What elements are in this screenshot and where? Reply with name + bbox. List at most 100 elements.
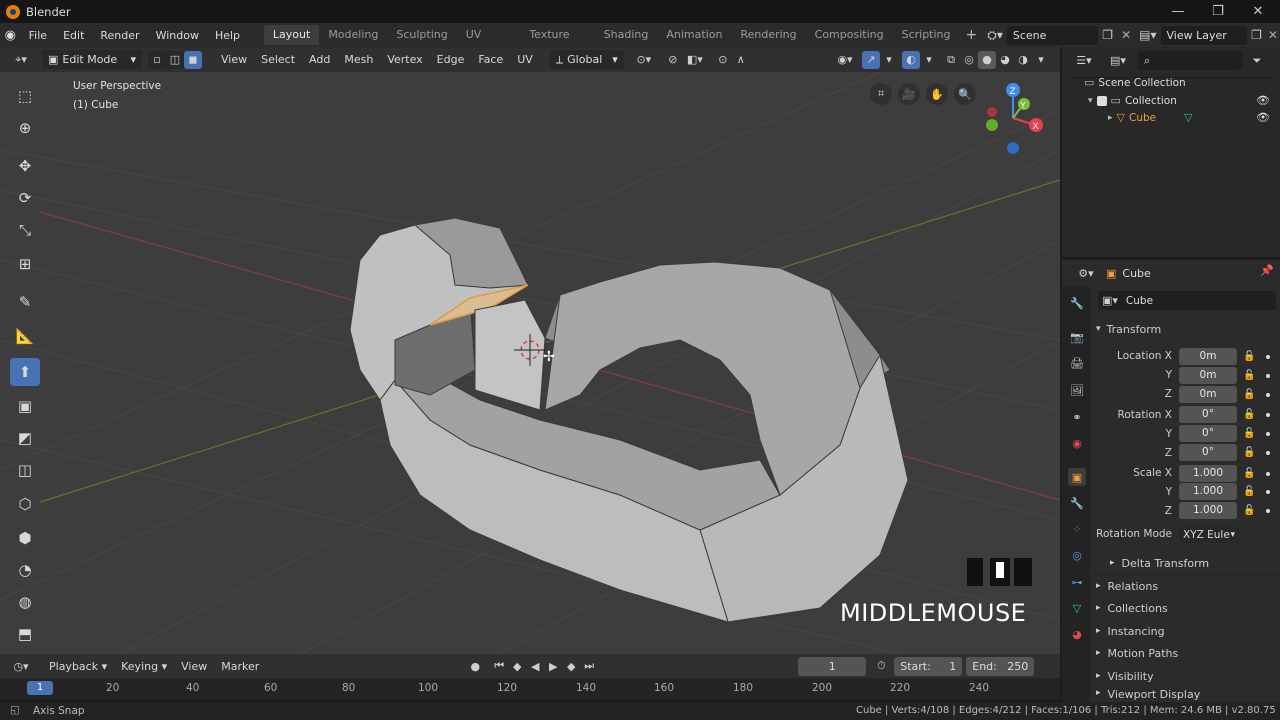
transform-tool-icon[interactable]: ⊞: [10, 250, 40, 278]
menu-keying[interactable]: Keying ▾: [114, 660, 174, 673]
delta-transform-panel[interactable]: ▸ Delta Transform: [1110, 553, 1280, 573]
rotation-z-field[interactable]: 0°: [1179, 444, 1237, 461]
gizmo-icon[interactable]: ↗: [862, 50, 880, 69]
end-frame-field[interactable]: End: 250: [966, 656, 1035, 676]
output-tab-icon[interactable]: 🖨: [1068, 354, 1086, 372]
constraints-tab-icon[interactable]: ⊶: [1068, 573, 1086, 591]
knife-tool-icon[interactable]: ⬡: [10, 490, 40, 518]
lock-icon[interactable]: 🔓: [1243, 447, 1255, 458]
start-frame-field[interactable]: Start: 1: [894, 656, 963, 676]
collections-panel[interactable]: ▸ Collections: [1096, 598, 1274, 618]
outliner-scene-collection[interactable]: ▭ Scene Collection: [1084, 76, 1186, 89]
keyframe-dot-icon[interactable]: [1266, 413, 1270, 417]
expand-arrow-icon[interactable]: ▾: [1088, 96, 1093, 106]
scale-z-field[interactable]: 1.000: [1179, 502, 1237, 519]
lock-icon[interactable]: 🔓: [1243, 370, 1255, 381]
data-tab-icon[interactable]: ▽: [1068, 599, 1086, 617]
location-y-field[interactable]: 0m: [1179, 367, 1237, 384]
menu-render[interactable]: Render: [92, 29, 147, 42]
toggle-camera-ortho-icon[interactable]: ⌗: [870, 83, 892, 105]
jump-end-icon[interactable]: ⏭: [580, 657, 598, 675]
pin-icon[interactable]: 📌: [1260, 264, 1274, 277]
material-shading-icon[interactable]: ◕: [996, 51, 1014, 69]
tool-settings-tab-icon[interactable]: 🔧: [1068, 294, 1086, 312]
smooth-tool-icon[interactable]: ◍: [10, 588, 40, 616]
inset-faces-tool-icon[interactable]: ▣: [10, 392, 40, 420]
menu-edge[interactable]: Edge: [430, 53, 472, 66]
annotate-tool-icon[interactable]: ✎: [10, 288, 40, 316]
menu-marker[interactable]: Marker: [214, 660, 266, 673]
tab-texture-paint[interactable]: Texture Paint: [520, 25, 594, 61]
keyframe-dot-icon[interactable]: [1266, 374, 1270, 378]
transform-panel-header[interactable]: ▾ Transform: [1096, 319, 1274, 339]
bevel-tool-icon[interactable]: ◩: [10, 424, 40, 452]
motion-paths-panel[interactable]: ▸ Motion Paths: [1096, 643, 1274, 663]
maximize-icon[interactable]: ❐: [1198, 0, 1238, 23]
edge-select-icon[interactable]: ◫: [166, 50, 184, 69]
lock-icon[interactable]: 🔓: [1243, 505, 1255, 516]
scene-icon[interactable]: ⛭▾: [983, 28, 1007, 43]
current-frame-field[interactable]: 1: [798, 656, 867, 676]
cursor-tool-icon[interactable]: ⊕: [10, 114, 40, 142]
menu-timeline-view[interactable]: View: [174, 660, 214, 673]
record-icon[interactable]: ●: [466, 657, 484, 675]
keyframe-dot-icon[interactable]: [1266, 509, 1270, 513]
extrude-region-tool-icon[interactable]: ⬆: [10, 358, 40, 386]
scale-tool-icon[interactable]: ⤡: [10, 216, 40, 244]
next-keyframe-icon[interactable]: ◆: [562, 657, 580, 675]
checkbox-icon[interactable]: [1096, 95, 1107, 106]
display-mode-icon[interactable]: ▤▾: [1104, 52, 1132, 70]
solid-shading-icon[interactable]: ●: [978, 50, 996, 69]
outliner-search-input[interactable]: ⌕: [1138, 51, 1242, 70]
menu-file[interactable]: File: [21, 29, 55, 42]
orientation-select[interactable]: ⟂ Global ▾: [549, 50, 624, 69]
lock-icon[interactable]: 🔓: [1243, 409, 1255, 420]
new-view-layer-icon[interactable]: ❐: [1247, 28, 1266, 42]
select-box-tool-icon[interactable]: ⬚: [10, 82, 40, 110]
vertex-select-icon[interactable]: ▫: [148, 50, 166, 69]
menu-add[interactable]: Add: [302, 53, 337, 66]
new-scene-icon[interactable]: ❐: [1098, 28, 1117, 42]
lock-icon[interactable]: 🔓: [1243, 486, 1255, 497]
mesh-object[interactable]: [349, 217, 909, 623]
remove-scene-icon[interactable]: ✕: [1117, 28, 1135, 42]
edge-slide-tool-icon[interactable]: ⬒: [10, 620, 40, 648]
location-z-field[interactable]: 0m: [1179, 386, 1237, 403]
view-layer-field[interactable]: View Layer: [1160, 25, 1248, 45]
view-layer-icon[interactable]: ▤▾: [1135, 28, 1160, 42]
keyframe-dot-icon[interactable]: [1266, 393, 1270, 397]
rendered-shading-icon[interactable]: ◑: [1014, 51, 1032, 69]
tab-shading[interactable]: Shading: [595, 25, 658, 45]
lock-icon[interactable]: 🔓: [1243, 468, 1255, 479]
scene-tab-icon[interactable]: ⚭: [1068, 408, 1086, 426]
rotation-y-field[interactable]: 0°: [1179, 425, 1237, 442]
keyframe-dot-icon[interactable]: [1266, 432, 1270, 436]
visibility-panel[interactable]: ▸ Visibility: [1096, 666, 1274, 686]
play-reverse-icon[interactable]: ◀: [526, 657, 544, 675]
viewport-display-panel[interactable]: ▸ Viewport Display: [1096, 688, 1274, 702]
menu-face[interactable]: Face: [471, 53, 510, 66]
tab-scripting[interactable]: Scripting: [893, 25, 960, 45]
overlays-dropdown-icon[interactable]: ▾: [920, 51, 938, 69]
loop-cut-tool-icon[interactable]: ◫: [10, 456, 40, 484]
navigation-gizmo[interactable]: Z Y X: [980, 80, 1050, 170]
instancing-panel[interactable]: ▸ Instancing: [1096, 621, 1274, 641]
overlays-icon[interactable]: ◐: [902, 50, 920, 69]
keyframe-dot-icon[interactable]: [1266, 451, 1270, 455]
snap-icon[interactable]: ⊘: [664, 51, 682, 69]
menu-window[interactable]: Window: [148, 29, 207, 42]
selectability-icon[interactable]: ◉▾: [832, 51, 858, 69]
scale-y-field[interactable]: 1.000: [1179, 483, 1237, 500]
scale-x-field[interactable]: 1.000: [1179, 465, 1237, 482]
lock-icon[interactable]: 🔓: [1243, 389, 1255, 400]
particles-tab-icon[interactable]: ⁘: [1068, 520, 1086, 538]
physics-tab-icon[interactable]: ◎: [1068, 546, 1086, 564]
outliner-collection[interactable]: ▾ ▭ Collection: [1088, 94, 1177, 107]
outliner-editor-type-icon[interactable]: ☰▾: [1070, 52, 1098, 70]
outliner-object-cube[interactable]: ▸ ▽ Cube ▽: [1108, 111, 1193, 124]
shading-dropdown-icon[interactable]: ▾: [1032, 51, 1050, 69]
lock-icon[interactable]: 🔓: [1243, 428, 1255, 439]
tab-uv-editing[interactable]: UV Editing: [457, 25, 521, 61]
object-name-field[interactable]: ▣▾ Cube: [1098, 291, 1276, 310]
rotate-tool-icon[interactable]: ⟳: [10, 184, 40, 212]
